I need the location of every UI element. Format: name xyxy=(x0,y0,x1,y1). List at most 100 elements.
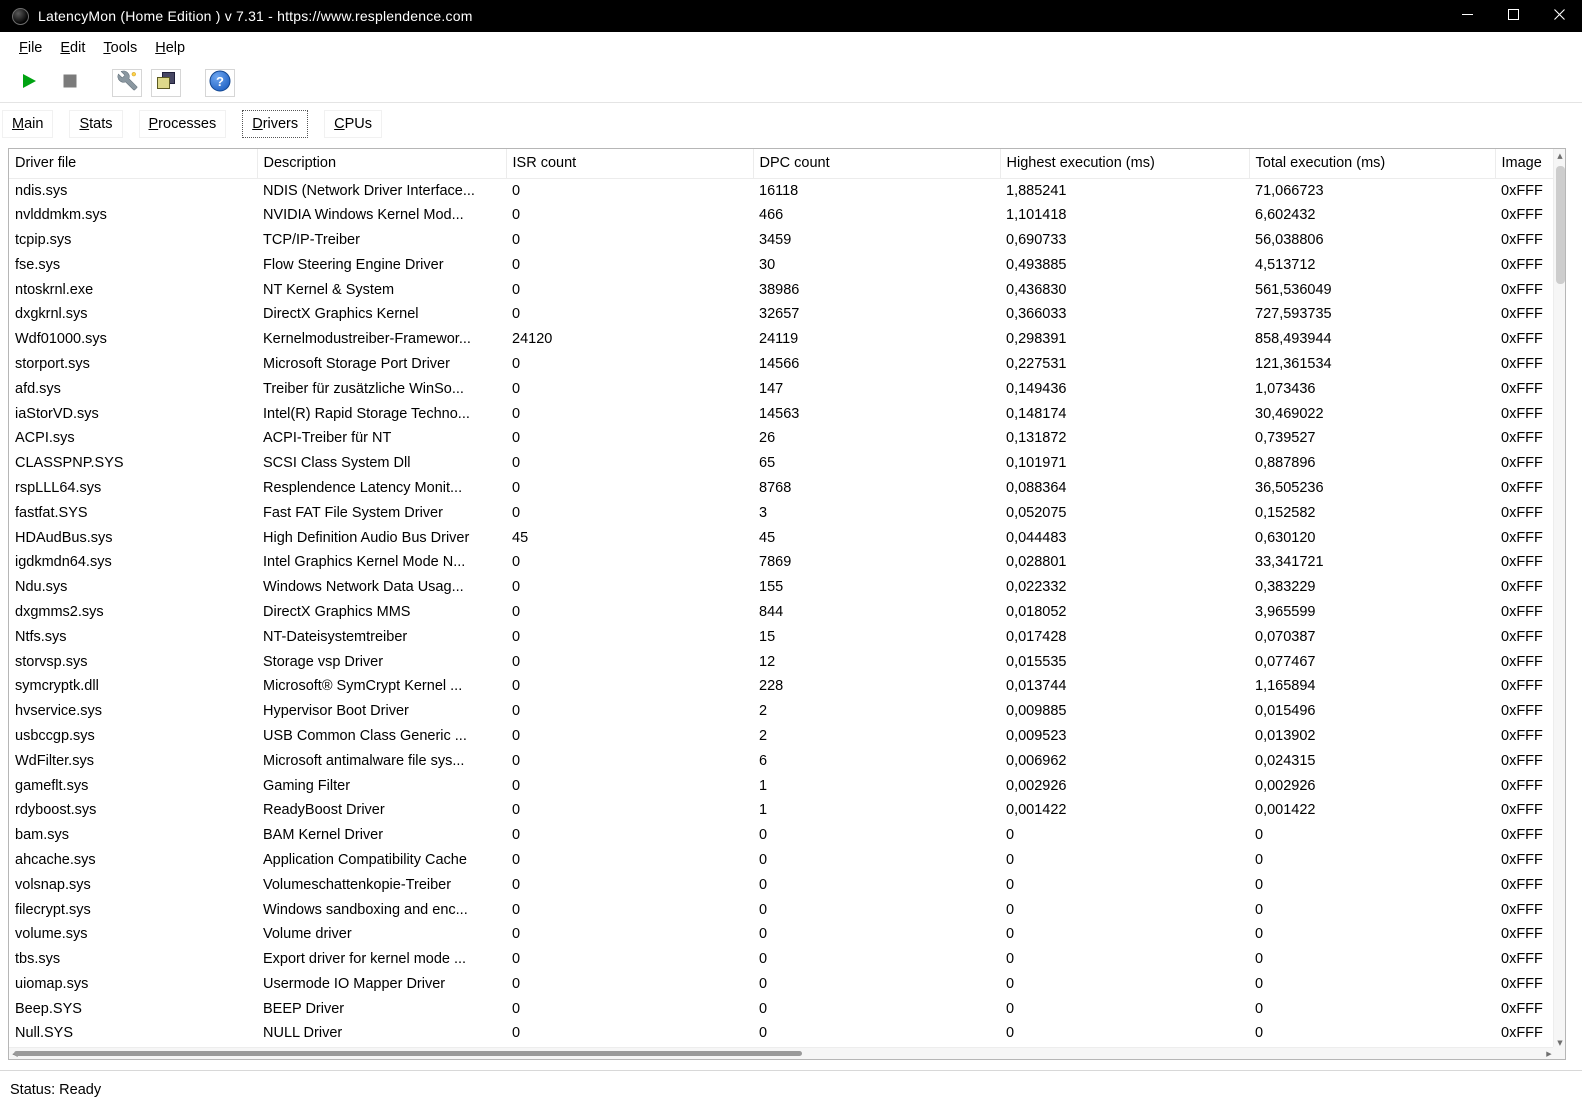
table-row[interactable]: storvsp.sysStorage vsp Driver0120,015535… xyxy=(9,649,1555,674)
table-cell: 0 xyxy=(1249,972,1495,997)
vertical-scrollbar-thumb[interactable] xyxy=(1556,166,1565,284)
tab-main[interactable]: Main xyxy=(2,110,53,138)
table-row[interactable]: igdkmdn64.sysIntel Graphics Kernel Mode … xyxy=(9,550,1555,575)
tab-processes[interactable]: Processes xyxy=(139,110,227,138)
table-row[interactable]: tcpip.sysTCP/IP-Treiber034590,69073356,0… xyxy=(9,228,1555,253)
table-row[interactable]: afd.sysTreiber für zusätzliche WinSo...0… xyxy=(9,376,1555,401)
table-cell: 0xFFF xyxy=(1495,649,1555,674)
table-row[interactable]: ACPI.sysACPI-Treiber für NT0260,1318720,… xyxy=(9,426,1555,451)
table-cell: 0xFFF xyxy=(1495,624,1555,649)
table-row[interactable]: uiomap.sysUsermode IO Mapper Driver00000… xyxy=(9,972,1555,997)
table-cell: 65 xyxy=(753,451,1000,476)
table-cell: 0 xyxy=(753,922,1000,947)
column-header-dpc-count[interactable]: DPC count xyxy=(753,149,1000,178)
table-row[interactable]: rdyboost.sysReadyBoost Driver010,0014220… xyxy=(9,798,1555,823)
table-cell: Beep.SYS xyxy=(9,996,257,1021)
table-row[interactable]: Ndu.sysWindows Network Data Usag...01550… xyxy=(9,575,1555,600)
table-cell: 0 xyxy=(1000,972,1249,997)
table-row[interactable]: storport.sysMicrosoft Storage Port Drive… xyxy=(9,352,1555,377)
column-header-total-execution-ms[interactable]: Total execution (ms) xyxy=(1249,149,1495,178)
table-cell: 0 xyxy=(506,228,753,253)
table-row[interactable]: volume.sysVolume driver00000xFFF xyxy=(9,922,1555,947)
stop-monitor-button[interactable] xyxy=(55,69,85,97)
table-cell: filecrypt.sys xyxy=(9,897,257,922)
table-row[interactable]: dxgmms2.sysDirectX Graphics MMS08440,018… xyxy=(9,600,1555,625)
table-cell: 0 xyxy=(506,500,753,525)
table-cell: 0,690733 xyxy=(1000,228,1249,253)
options-button[interactable] xyxy=(112,69,142,97)
column-header-driver-file[interactable]: Driver file xyxy=(9,149,257,178)
svg-text:?: ? xyxy=(216,74,224,89)
table-cell: 0,070387 xyxy=(1249,624,1495,649)
table-row[interactable]: Beep.SYSBEEP Driver00000xFFF xyxy=(9,996,1555,1021)
table-row[interactable]: Ntfs.sysNT-Dateisystemtreiber0150,017428… xyxy=(9,624,1555,649)
horizontal-scrollbar-thumb[interactable] xyxy=(14,1051,802,1056)
column-header-highest-execution-ms[interactable]: Highest execution (ms) xyxy=(1000,149,1249,178)
table-row[interactable]: volsnap.sysVolumeschattenkopie-Treiber00… xyxy=(9,872,1555,897)
table-row[interactable]: symcryptk.dllMicrosoft® SymCrypt Kernel … xyxy=(9,674,1555,699)
table-cell: 0 xyxy=(506,426,753,451)
table-cell: 0,013902 xyxy=(1249,724,1495,749)
table-row[interactable]: Null.SYSNULL Driver00000xFFF xyxy=(9,1021,1555,1046)
scroll-up-arrow-icon[interactable]: ▲ xyxy=(1554,149,1566,162)
column-header-description[interactable]: Description xyxy=(257,149,506,178)
table-row[interactable]: usbccgp.sysUSB Common Class Generic ...0… xyxy=(9,724,1555,749)
copy-report-button[interactable] xyxy=(151,69,181,97)
table-cell: 0 xyxy=(506,674,753,699)
table-row[interactable]: rspLLL64.sysResplendence Latency Monit..… xyxy=(9,476,1555,501)
table-cell: Storage vsp Driver xyxy=(257,649,506,674)
tab-stats[interactable]: Stats xyxy=(69,110,122,138)
table-row[interactable]: iaStorVD.sysIntel(R) Rapid Storage Techn… xyxy=(9,401,1555,426)
table-row[interactable]: nvlddmkm.sysNVIDIA Windows Kernel Mod...… xyxy=(9,203,1555,228)
table-cell: 0 xyxy=(506,1021,753,1046)
table-cell: 0 xyxy=(506,476,753,501)
table-row[interactable]: ntoskrnl.exeNT Kernel & System0389860,43… xyxy=(9,277,1555,302)
table-row[interactable]: gameflt.sysGaming Filter010,0029260,0029… xyxy=(9,773,1555,798)
close-button[interactable] xyxy=(1536,0,1582,32)
menu-item-tools[interactable]: Tools xyxy=(94,36,146,60)
vertical-scrollbar[interactable]: ▲ ▼ xyxy=(1553,149,1565,1049)
table-row[interactable]: fse.sysFlow Steering Engine Driver0300,4… xyxy=(9,252,1555,277)
menu-item-help[interactable]: Help xyxy=(146,36,194,60)
menu-item-edit[interactable]: Edit xyxy=(51,36,94,60)
tab-cpus[interactable]: CPUs xyxy=(324,110,382,138)
drivers-table: Driver fileDescriptionISR countDPC count… xyxy=(8,148,1566,1060)
drivers-table-grid: Driver fileDescriptionISR countDPC count… xyxy=(9,149,1555,1046)
table-row[interactable]: filecrypt.sysWindows sandboxing and enc.… xyxy=(9,897,1555,922)
horizontal-scrollbar[interactable]: ◀ ▶ xyxy=(9,1047,1555,1059)
minimize-button[interactable] xyxy=(1444,0,1490,32)
table-row[interactable]: Wdf01000.sysKernelmodustreiber-Framewor.… xyxy=(9,327,1555,352)
table-cell: 0xFFF xyxy=(1495,376,1555,401)
table-cell: 1,165894 xyxy=(1249,674,1495,699)
tab-drivers[interactable]: Drivers xyxy=(242,110,308,138)
table-cell: 0xFFF xyxy=(1495,773,1555,798)
table-row[interactable]: fastfat.SYSFast FAT File System Driver03… xyxy=(9,500,1555,525)
app-icon[interactable] xyxy=(12,8,29,25)
table-row[interactable]: ahcache.sysApplication Compatibility Cac… xyxy=(9,848,1555,873)
table-row[interactable]: WdFilter.sysMicrosoft antimalware file s… xyxy=(9,748,1555,773)
table-cell: 0xFFF xyxy=(1495,525,1555,550)
table-cell: 0 xyxy=(1249,947,1495,972)
table-cell: 0 xyxy=(1249,848,1495,873)
table-cell: 0 xyxy=(753,823,1000,848)
table-row[interactable]: CLASSPNP.SYSSCSI Class System Dll0650,10… xyxy=(9,451,1555,476)
column-header-image[interactable]: Image xyxy=(1495,149,1555,178)
table-row[interactable]: bam.sysBAM Kernel Driver00000xFFF xyxy=(9,823,1555,848)
help-button[interactable]: ? xyxy=(205,69,235,97)
table-header-row: Driver fileDescriptionISR countDPC count… xyxy=(9,149,1555,178)
table-row[interactable]: hvservice.sysHypervisor Boot Driver020,0… xyxy=(9,699,1555,724)
table-cell: 0 xyxy=(1000,848,1249,873)
table-row[interactable]: HDAudBus.sysHigh Definition Audio Bus Dr… xyxy=(9,525,1555,550)
table-row[interactable]: tbs.sysExport driver for kernel mode ...… xyxy=(9,947,1555,972)
table-cell: fastfat.SYS xyxy=(9,500,257,525)
table-cell: dxgmms2.sys xyxy=(9,600,257,625)
table-cell: 1,885241 xyxy=(1000,178,1249,203)
table-row[interactable]: ndis.sysNDIS (Network Driver Interface..… xyxy=(9,178,1555,203)
column-header-isr-count[interactable]: ISR count xyxy=(506,149,753,178)
maximize-button[interactable] xyxy=(1490,0,1536,32)
menu-item-file[interactable]: File xyxy=(10,36,51,60)
table-cell: 0 xyxy=(506,252,753,277)
start-monitor-button[interactable] xyxy=(14,69,44,97)
table-cell: 0xFFF xyxy=(1495,748,1555,773)
table-row[interactable]: dxgkrnl.sysDirectX Graphics Kernel032657… xyxy=(9,302,1555,327)
